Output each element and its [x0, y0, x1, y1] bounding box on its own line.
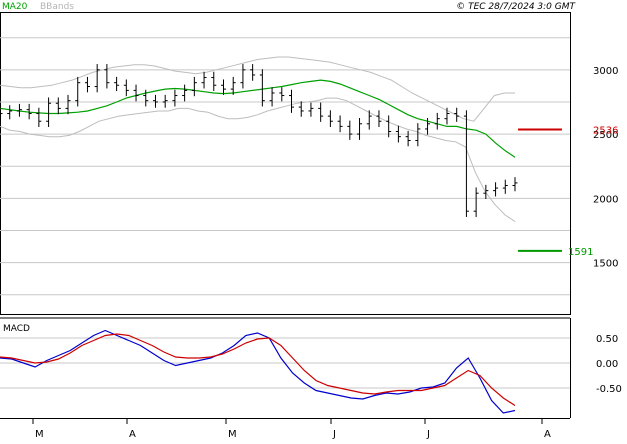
macd-y-tick-label: -0.50	[596, 384, 622, 395]
x-tick-label: A	[129, 429, 136, 440]
x-tick-label: J	[426, 429, 430, 440]
macd-y-tick-label: 0.50	[596, 334, 618, 345]
legend-bbands: BBands	[40, 2, 74, 12]
resistance-level-label: 2536	[593, 125, 618, 136]
x-tick-label: J	[332, 429, 336, 440]
macd-y-tick-label: 0.00	[596, 359, 618, 370]
price-y-tick-label: 3000	[593, 66, 618, 77]
x-tick-label: A	[544, 429, 551, 440]
signal-line	[0, 333, 516, 407]
macd-line	[0, 329, 516, 414]
price-y-tick-label: 2000	[593, 194, 618, 205]
copyright-text: © TEC 28/7/2024 3:0 GMT	[456, 2, 576, 12]
macd-title: MACD	[3, 324, 30, 334]
macd-lines-layer	[0, 329, 516, 414]
levels-layer: 2536 1591	[518, 125, 618, 258]
x-tick-label: M	[228, 429, 237, 440]
price-panel-frame	[0, 12, 571, 315]
legend-ma20: MA20	[2, 2, 28, 12]
macd-y-ticks: 0.50 0.00 -0.50	[596, 334, 622, 395]
price-gridlines	[0, 37, 570, 296]
support-level-label: 1591	[568, 247, 593, 258]
x-axis-ticks: MAMJJA	[32, 418, 551, 440]
x-tick-label: M	[35, 429, 44, 440]
price-y-tick-label: 1500	[593, 259, 618, 270]
chart-canvas: MA20 BBands © TEC 28/7/2024 3:0 GMT 3000…	[0, 2, 622, 440]
price-y-ticks: 3000250020001500	[593, 66, 618, 270]
stock-chart: MA20 BBands © TEC 28/7/2024 3:0 GMT 3000…	[0, 0, 627, 440]
price-bars-layer	[0, 64, 518, 217]
